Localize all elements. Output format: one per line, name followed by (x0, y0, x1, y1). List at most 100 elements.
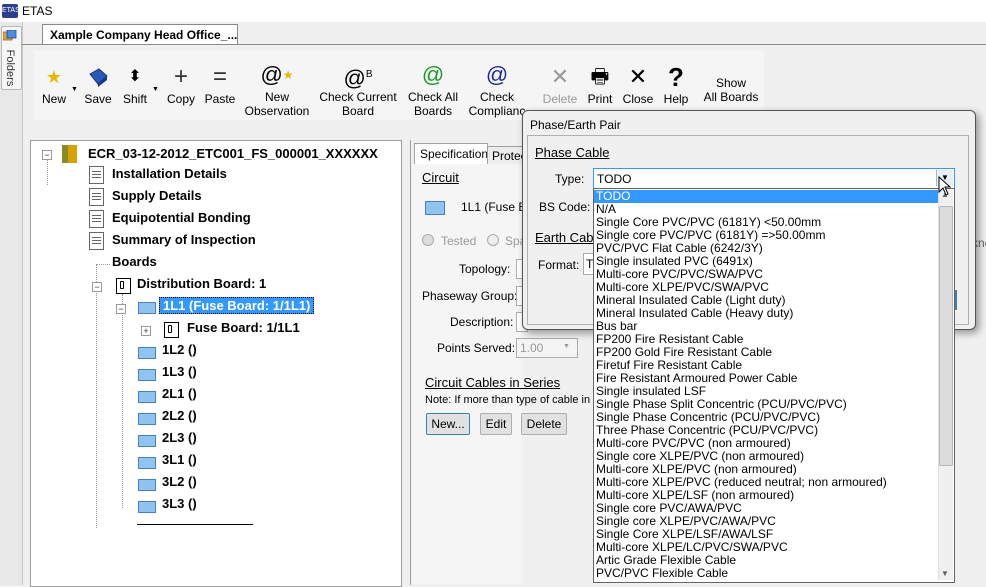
spiral-b-icon: @B (343, 65, 373, 91)
paste-button[interactable]: = Paste (202, 62, 238, 106)
show-all-boards-button[interactable]: Show All Boards (700, 76, 762, 104)
folders-label: Folders (4, 49, 16, 87)
dropdown-option[interactable]: TODO (594, 190, 939, 203)
window-title: ETAS (22, 4, 53, 18)
tree-line (47, 160, 48, 185)
scroll-down-arrow-icon[interactable]: ▼ (941, 569, 949, 578)
spare-radio[interactable] (487, 234, 499, 246)
equals-icon: = (212, 63, 227, 90)
points-served-dropdown-icon[interactable]: ▼ (563, 343, 570, 350)
tested-radio[interactable] (422, 234, 434, 246)
circuit-icon (138, 457, 156, 469)
shift-label: Shift (122, 92, 147, 106)
tested-label: Tested (441, 234, 477, 248)
spiral-star-icon: @★ (260, 62, 294, 87)
circuit-icon (138, 435, 156, 447)
delete-label: Delete (542, 92, 578, 106)
circuit-heading: Circuit (422, 170, 459, 185)
tree-item-selected-circuit[interactable]: 1L1 (Fuse Board: 1/1L1) (159, 297, 315, 314)
save-label: Save (84, 92, 112, 106)
shift-button[interactable]: ⬍ Shift (118, 62, 152, 106)
save-button[interactable]: Save (82, 62, 114, 106)
expand-collapse-icon[interactable]: − (42, 150, 52, 160)
tree-item-supply-details[interactable]: Supply Details (112, 188, 202, 203)
dropdown-scroll-thumb[interactable] (939, 206, 953, 466)
check-compliance-button[interactable]: @ Check Complianc (467, 60, 527, 118)
type-select-value: TODO (597, 172, 632, 186)
tree-item-circuit[interactable]: 2L3 () (162, 430, 197, 445)
tab-divider (22, 44, 986, 45)
print-label: Print (587, 92, 613, 106)
tree-item-circuit[interactable]: 3L2 () (162, 474, 197, 489)
tree-item-circuit[interactable]: 2L2 () (162, 408, 197, 423)
help-question-icon: ? (668, 62, 684, 92)
show-all-boards-label-2: All Boards (703, 90, 759, 104)
type-select[interactable] (593, 168, 955, 190)
spec-content (412, 164, 522, 584)
delete-button[interactable]: ✕ Delete (540, 62, 580, 106)
points-served-value: 1.00 (520, 341, 544, 355)
circuit-icon (138, 302, 156, 314)
new-button[interactable]: ★ New (38, 62, 70, 106)
check-compliance-label-1: Check (479, 90, 514, 104)
tree-item-circuit[interactable]: 3L3 () (162, 496, 197, 511)
edit-cable-button[interactable]: Edit (480, 413, 512, 435)
bs-code-label: BS Code: (539, 200, 591, 214)
tree-item-summary-of-inspection[interactable]: Summary of Inspection (112, 232, 256, 247)
mouse-cursor-icon (938, 176, 952, 196)
blue-spiral-icon: @ (485, 62, 509, 87)
tree-item-circuit[interactable]: 2L1 () (162, 386, 197, 401)
dropdown-option[interactable]: PVC/PVC Flexible Cable (596, 567, 728, 580)
selected-circuit-label: 1L1 (Fuse Board: 1/1L1) (159, 297, 315, 314)
document-icon (89, 166, 104, 184)
board-tree (30, 140, 402, 587)
tree-item-circuit[interactable]: 3L1 () (162, 452, 197, 467)
type-label: Type: (555, 172, 585, 186)
expand-collapse-icon[interactable]: − (92, 282, 102, 292)
dialog-title: Phase/Earth Pair (530, 118, 621, 132)
check-current-board-button[interactable]: @B Check Current Board (318, 60, 398, 118)
circuit-icon (425, 201, 445, 215)
help-label: Help (663, 92, 689, 106)
tree-item-equipotential-bonding[interactable]: Equipotential Bonding (112, 210, 251, 225)
document-icon (89, 232, 104, 250)
title-bar (0, 0, 986, 22)
circuit-icon (138, 347, 156, 359)
print-button[interactable]: 🖶 Print (584, 62, 616, 106)
copy-button[interactable]: + Copy (164, 62, 198, 106)
shift-dropdown-arrow-icon[interactable]: ▼ (152, 86, 159, 93)
copy-label: Copy (166, 92, 195, 106)
check-all-boards-button[interactable]: @ Check All Boards (404, 60, 462, 118)
etas-app-icon: ETAS (2, 4, 20, 18)
expand-collapse-icon[interactable]: + (141, 326, 151, 336)
phaseway-group-label: Phaseway Group: (422, 289, 518, 303)
check-compliance-label-2: Complianc (468, 104, 526, 118)
new-observation-button[interactable]: @★ New Observation (242, 60, 312, 118)
tree-root[interactable]: ECR_03-12-2012_ETC001_FS_000001_XXXXXX (88, 146, 378, 161)
circuit-icon (138, 391, 156, 403)
expand-collapse-icon[interactable]: − (116, 304, 126, 314)
tree-item-fuse-board[interactable]: Fuse Board: 1/1L1 (187, 320, 300, 335)
new-dropdown-arrow-icon[interactable]: ▼ (71, 86, 78, 93)
tree-item-circuit[interactable]: 1L2 () (162, 342, 197, 357)
help-button[interactable]: ? Help (660, 62, 692, 106)
tree-item-installation-details[interactable]: Installation Details (112, 166, 227, 181)
check-all-boards-label-1: Check All (407, 90, 459, 104)
tree-item-circuit[interactable]: 1L3 () (162, 364, 197, 379)
tree-bottom-rule (137, 524, 253, 525)
close-button[interactable]: ✕ Close (620, 62, 656, 106)
new-cable-button[interactable]: New... (426, 413, 470, 435)
report-icon-band2 (68, 145, 77, 163)
show-all-boards-label-1: Show (715, 76, 747, 90)
tree-line (96, 264, 110, 265)
tree-line (96, 264, 97, 528)
plus-icon: + (173, 63, 188, 90)
tree-item-boards[interactable]: Boards (112, 254, 157, 269)
shift-icon: ⬍ (128, 68, 142, 85)
document-icon (89, 210, 104, 228)
document-tab-label: Xample Company Head Office_... (50, 28, 238, 42)
check-current-board-label-1: Check Current (319, 90, 397, 104)
delete-cable-button[interactable]: Delete (521, 413, 567, 435)
paste-label: Paste (204, 92, 236, 106)
tree-item-distribution-board[interactable]: Distribution Board: 1 (137, 276, 266, 291)
